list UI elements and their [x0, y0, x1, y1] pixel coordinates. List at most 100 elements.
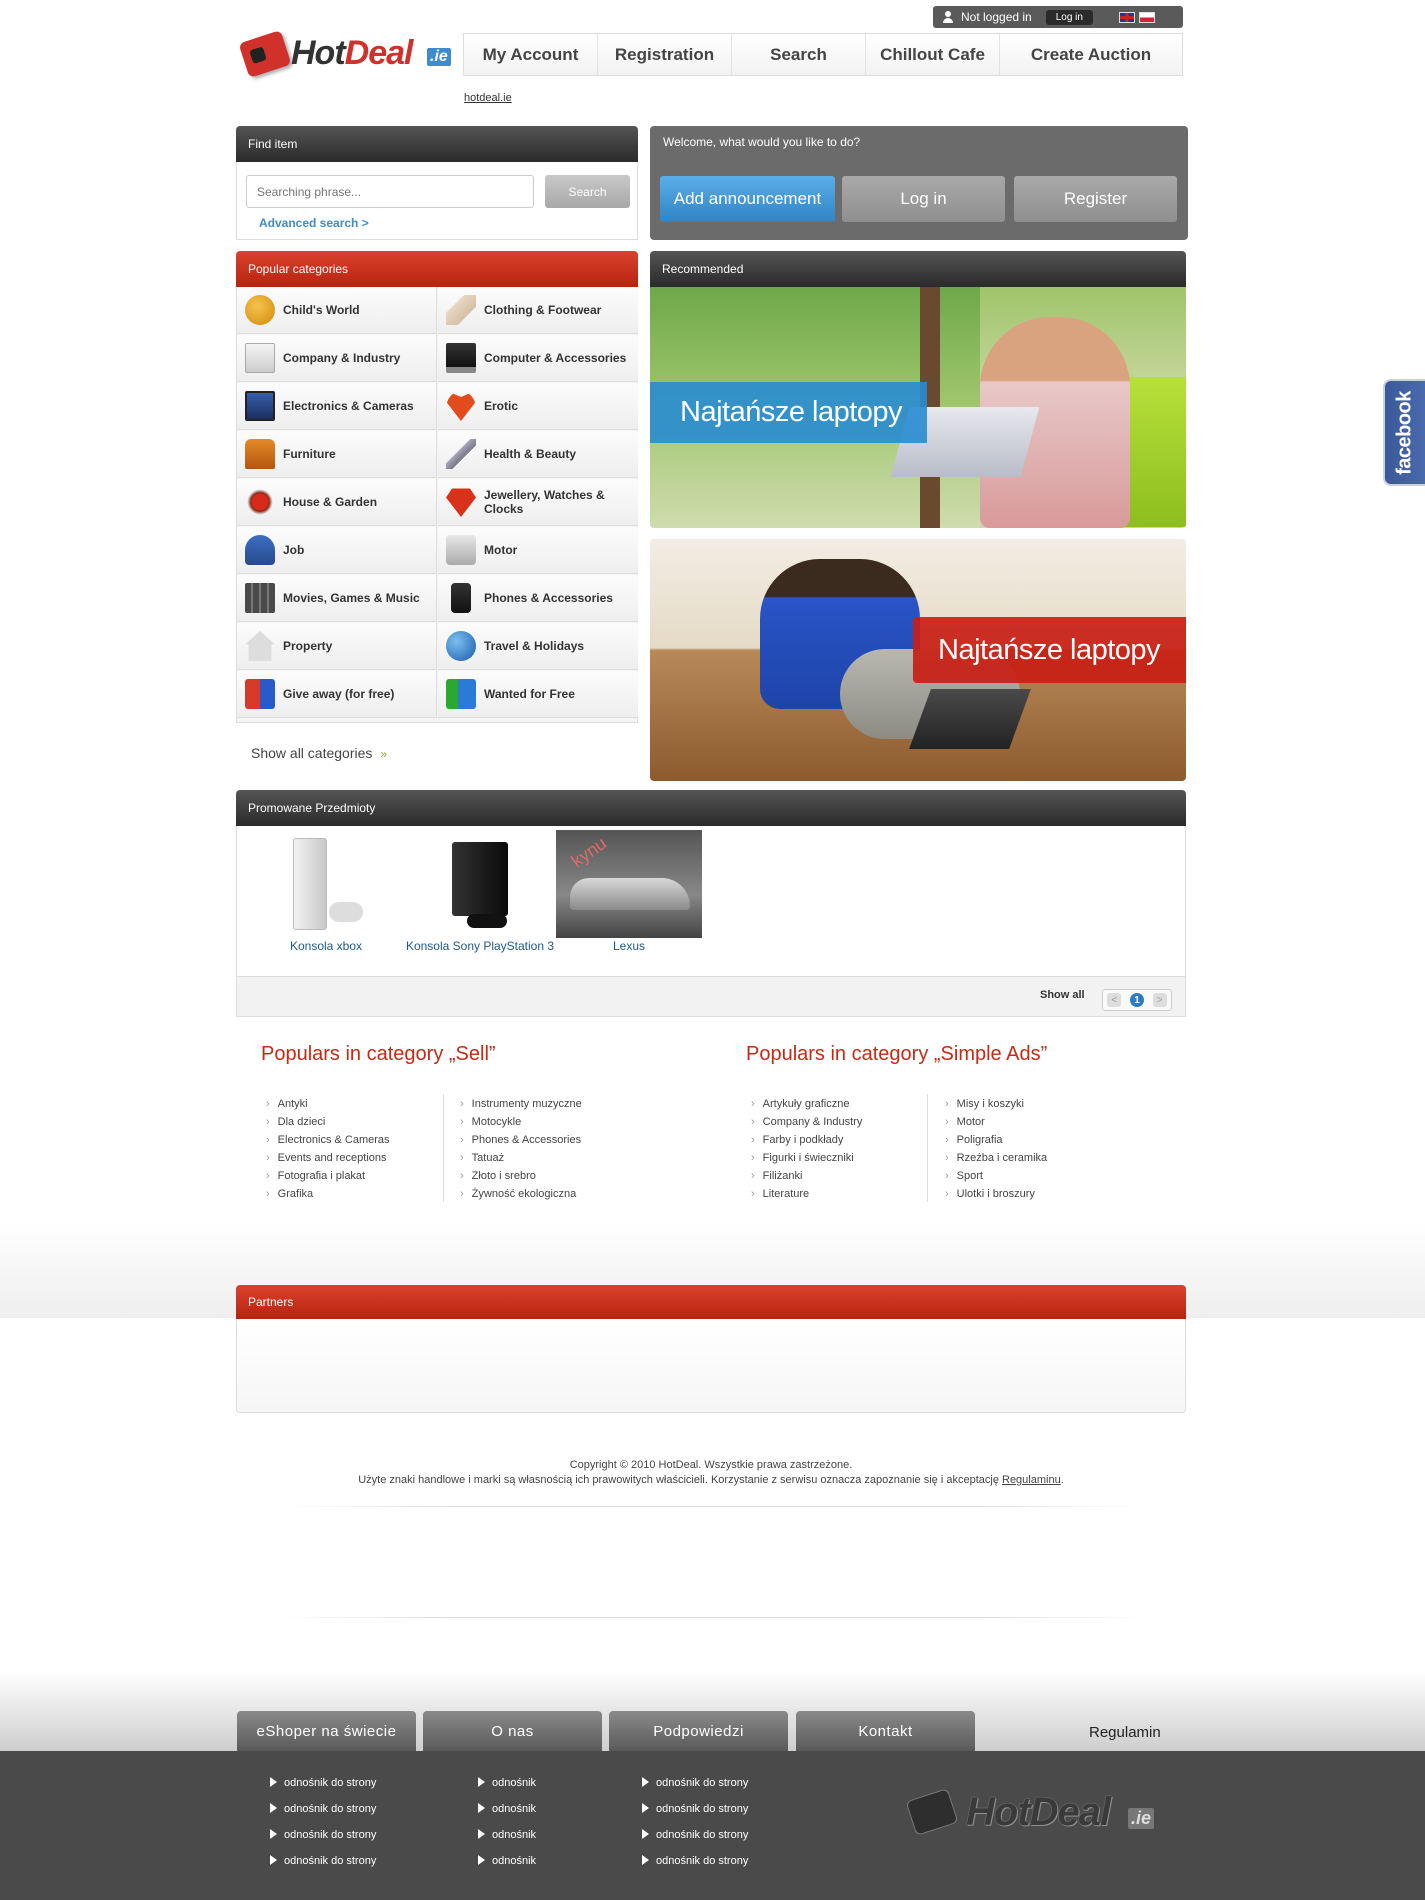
nav-chillout-cafe[interactable]: Chillout Cafe	[866, 34, 1000, 75]
worker-icon	[245, 535, 275, 565]
hotdeal-logo[interactable]: HotDeal .ie	[238, 30, 453, 78]
footer-tab-kontakt[interactable]: Kontakt	[796, 1711, 975, 1751]
category-property[interactable]: Property	[237, 623, 437, 670]
footer-regulamin-link[interactable]: Regulamin	[1089, 1724, 1161, 1741]
popular-link[interactable]: Ulotki i broszury	[945, 1188, 1047, 1206]
category-phones-accessories[interactable]: Phones & Accessories	[438, 575, 638, 622]
popular-link[interactable]: Rzeźba i ceramika	[945, 1152, 1047, 1170]
category-movies-games-music[interactable]: Movies, Games & Music	[237, 575, 437, 622]
category-computer-accessories[interactable]: Computer & Accessories	[438, 335, 638, 382]
search-input[interactable]	[246, 175, 534, 208]
footer-link[interactable]: odnośnik	[478, 1777, 536, 1803]
footer-tab-eshoper[interactable]: eShoper na świecie	[237, 1711, 416, 1751]
popular-link[interactable]: Motor	[945, 1116, 1047, 1134]
promo-item-caption[interactable]: Konsola Sony PlayStation 3	[395, 939, 565, 953]
popular-link[interactable]: Events and receptions	[266, 1152, 390, 1170]
register-button[interactable]: Register	[1014, 176, 1177, 222]
category-electronics-cameras[interactable]: Electronics & Cameras	[237, 383, 437, 430]
login-status-bar: Not logged in Log in	[933, 6, 1183, 28]
popular-link[interactable]: Company & Industry	[751, 1116, 863, 1134]
search-button[interactable]: Search	[545, 175, 630, 208]
popular-link[interactable]: Literature	[751, 1188, 862, 1206]
popular-link[interactable]: Sport	[945, 1170, 1047, 1188]
popular-link[interactable]: Farby i podkłady	[751, 1134, 862, 1152]
nav-my-account[interactable]: My Account	[464, 34, 598, 75]
populars-sell-title: Populars in category „Sell”	[261, 1043, 496, 1065]
category-clothing-footwear[interactable]: Clothing & Footwear	[438, 287, 638, 334]
popular-link[interactable]: Figurki i świeczniki	[751, 1152, 862, 1170]
footer-link[interactable]: odnośnik	[478, 1855, 536, 1881]
show-all-promoted-link[interactable]: Show all	[1040, 989, 1085, 1001]
footer-link[interactable]: odnośnik do strony	[270, 1855, 376, 1881]
category-wanted-for-free[interactable]: Wanted for Free	[438, 671, 638, 718]
category-house-garden[interactable]: House & Garden	[237, 479, 437, 526]
popular-link[interactable]: Dla dzieci	[266, 1116, 390, 1134]
footer-link[interactable]: odnośnik	[478, 1829, 536, 1855]
promo-item-xbox[interactable]: Konsola xbox	[251, 830, 401, 953]
pl-flag-icon[interactable]	[1138, 11, 1155, 23]
footer-link[interactable]: odnośnik do strony	[642, 1855, 748, 1881]
welcome-panel: Welcome, what would you like to do? Add …	[650, 126, 1188, 240]
popular-link[interactable]: Złoto i srebro	[460, 1170, 582, 1188]
footer-tab-podpowiedzi[interactable]: Podpowiedzi	[609, 1711, 788, 1751]
promo-item-caption[interactable]: Lexus	[554, 939, 704, 953]
nav-create-auction[interactable]: Create Auction	[1000, 34, 1182, 75]
facebook-tab[interactable]: facebook	[1383, 379, 1425, 486]
login-button[interactable]: Log in	[842, 176, 1005, 222]
category-childs-world[interactable]: Child's World	[237, 287, 437, 334]
popular-link[interactable]: Motocykle	[460, 1116, 582, 1134]
category-give-away[interactable]: Give away (for free)	[237, 671, 437, 718]
recommended-banner-1[interactable]: Najtańsze laptopy	[650, 287, 1186, 528]
popular-link[interactable]: Misy i koszyki	[945, 1098, 1047, 1116]
category-furniture[interactable]: Furniture	[237, 431, 437, 478]
top-login-button[interactable]: Log in	[1045, 9, 1093, 25]
footer-link[interactable]: odnośnik do strony	[270, 1829, 376, 1855]
popular-link[interactable]: Poligrafia	[945, 1134, 1047, 1152]
category-health-beauty[interactable]: Health & Beauty	[438, 431, 638, 478]
category-motor[interactable]: Motor	[438, 527, 638, 574]
footer-link[interactable]: odnośnik do strony	[642, 1777, 748, 1803]
heart-icon	[446, 392, 476, 421]
category-company-industry[interactable]: Company & Industry	[237, 335, 437, 382]
popular-link[interactable]: Żywność ekologiczna	[460, 1188, 582, 1206]
footer-link[interactable]: odnośnik do strony	[270, 1803, 376, 1829]
popular-link[interactable]: Tatuaż	[460, 1152, 582, 1170]
find-item-title: Find item	[236, 126, 638, 162]
next-page-button[interactable]: >	[1152, 993, 1167, 1007]
footer-link[interactable]: odnośnik	[478, 1803, 536, 1829]
current-page[interactable]: 1	[1129, 993, 1144, 1007]
category-erotic[interactable]: Erotic	[438, 383, 638, 430]
promo-item-caption[interactable]: Konsola xbox	[251, 939, 401, 953]
footer-link[interactable]: odnośnik do strony	[642, 1829, 748, 1855]
popular-link[interactable]: Artykuły graficzne	[751, 1098, 862, 1116]
domain-link[interactable]: hotdeal.ie	[464, 92, 512, 104]
popular-link[interactable]: Phones & Accessories	[460, 1134, 582, 1152]
nav-registration[interactable]: Registration	[598, 34, 732, 75]
category-job[interactable]: Job	[237, 527, 437, 574]
regulamin-link[interactable]: Regulaminu	[1002, 1474, 1061, 1486]
footer-link[interactable]: odnośnik do strony	[642, 1803, 748, 1829]
uk-flag-icon[interactable]	[1118, 11, 1135, 23]
popular-link[interactable]: Fotografia i plakat	[266, 1170, 390, 1188]
footer-tab-o-nas[interactable]: O nas	[423, 1711, 602, 1751]
presentation-board-icon	[245, 343, 275, 373]
nav-search[interactable]: Search	[732, 34, 866, 75]
recommended-banner-2[interactable]: Najtańsze laptopy	[650, 539, 1186, 781]
popular-link[interactable]: Grafika	[266, 1188, 390, 1206]
category-travel-holidays[interactable]: Travel & Holidays	[438, 623, 638, 670]
popular-link[interactable]: Electronics & Cameras	[266, 1134, 390, 1152]
advanced-search-link[interactable]: Advanced search >	[259, 216, 369, 230]
promo-item-ps3[interactable]: Konsola Sony PlayStation 3	[395, 830, 565, 953]
footer-link[interactable]: odnośnik do strony	[270, 1777, 376, 1803]
footer-logo[interactable]: HotDeal .ie	[905, 1788, 1160, 1836]
prev-page-button[interactable]: <	[1107, 993, 1122, 1007]
promoted-items-footer: Show all < 1 >	[236, 977, 1186, 1017]
category-jewellery-watches[interactable]: Jewellery, Watches & Clocks	[438, 479, 638, 526]
promo-item-lexus[interactable]: kynu Lexus	[554, 830, 704, 953]
show-all-categories-link[interactable]: Show all categories»	[251, 745, 387, 761]
popular-link[interactable]: Instrumenty muzyczne	[460, 1098, 582, 1116]
popular-link[interactable]: Filiżanki	[751, 1170, 862, 1188]
popular-link[interactable]: Antyki	[266, 1098, 390, 1116]
main-nav: My Account Registration Search Chillout …	[463, 33, 1183, 76]
add-announcement-button[interactable]: Add announcement	[660, 176, 835, 222]
